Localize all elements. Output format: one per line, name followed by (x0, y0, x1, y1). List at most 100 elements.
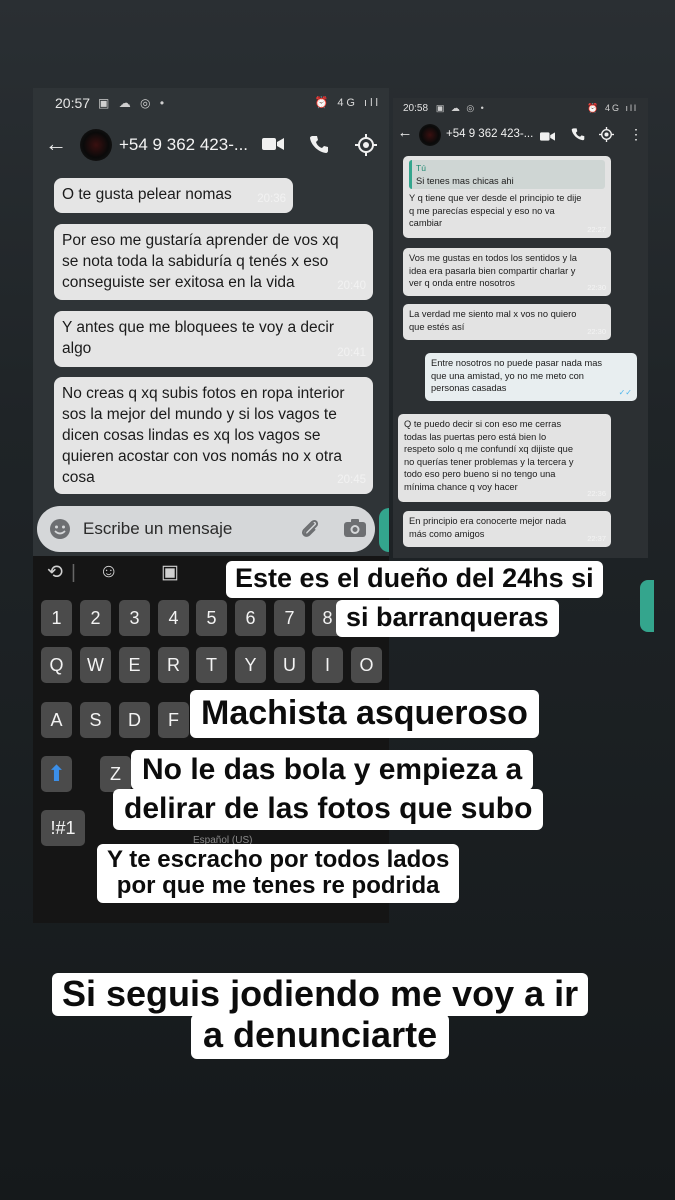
key-r[interactable]: R (158, 647, 189, 683)
key-w[interactable]: W (80, 647, 111, 683)
status-time: 20:58 (403, 103, 429, 114)
message-composer[interactable]: Escribe un mensaje (37, 506, 375, 552)
message-line: No creas q xq subis fotos en ropa interi… (62, 385, 345, 402)
key-a[interactable]: A (41, 702, 72, 738)
message-time: 20:41 (337, 347, 366, 359)
key-i[interactable]: I (312, 647, 343, 683)
location-target-icon[interactable] (599, 127, 614, 147)
caption: Si seguis jodiendo me voy a ir a denunci… (40, 965, 600, 1069)
message-bubble[interactable]: Q te puedo decir si con eso me cerras to… (398, 414, 611, 502)
message-line: Q te puedo decir si con eso me cerras (404, 419, 562, 429)
video-call-icon[interactable] (540, 129, 555, 147)
message-line: todas las puertas pero está bien lo (404, 431, 547, 442)
message-line: algo (62, 340, 92, 357)
key-u[interactable]: U (274, 647, 305, 683)
message-line: En principio era conocerte mejor nada (409, 516, 567, 526)
caption-line: si barranqueras (346, 602, 549, 632)
message-time: 22:27 (587, 224, 606, 234)
status-icons: ▣ ☁ ◎ • (435, 103, 486, 113)
key-2[interactable]: 2 (80, 600, 111, 636)
video-call-icon[interactable] (262, 136, 284, 157)
send-button-partial[interactable] (640, 580, 654, 632)
message-bubble[interactable]: La verdad me siento mal x vos no quiero … (403, 304, 611, 340)
message-line: ver q onda entre nosotros (409, 278, 515, 288)
caption-line: Machista asqueroso (201, 694, 528, 732)
key-6[interactable]: 6 (235, 600, 266, 636)
emoji-icon[interactable] (49, 518, 71, 545)
key-t[interactable]: T (196, 647, 227, 683)
caption: si barranqueras (336, 600, 559, 638)
message-bubble[interactable]: En principio era conocerte mejor nada má… (403, 511, 611, 547)
caption-line: delirar de las fotos que subo (124, 792, 533, 825)
send-button[interactable] (379, 508, 389, 552)
caption: Y te escracho por todos lados por que me… (97, 844, 460, 903)
contact-name[interactable]: +54 9 362 423-... (119, 135, 248, 155)
caption: No le das bola y empieza a (131, 750, 534, 791)
message-line: más como amigos (409, 528, 485, 539)
message-line: personas casadas (431, 383, 507, 393)
key-y[interactable]: Y (235, 647, 266, 683)
shift-key[interactable]: ⬆ (41, 756, 72, 792)
clipboard-sync-icon[interactable]: ⟲ (47, 561, 63, 584)
message-line: cambiar (409, 218, 443, 228)
phone-call-icon[interactable] (309, 134, 329, 159)
message-input[interactable]: Escribe un mensaje (83, 519, 232, 539)
key-d[interactable]: D (119, 702, 150, 738)
key-1[interactable]: 1 (41, 600, 72, 636)
status-icons: ▣ ☁ ◎ • (98, 96, 168, 110)
key-5[interactable]: 5 (196, 600, 227, 636)
emoji-keyboard-icon[interactable]: ☺ (99, 561, 118, 583)
key-7[interactable]: 7 (274, 600, 305, 636)
key-4[interactable]: 4 (158, 600, 189, 636)
camera-icon[interactable] (343, 517, 367, 544)
back-arrow-icon[interactable]: ← (395, 124, 415, 141)
message-bubble[interactable]: No creas q xq subis fotos en ropa interi… (54, 377, 373, 494)
symbols-key[interactable]: !#1 (41, 810, 85, 846)
key-z[interactable]: Z (100, 756, 131, 792)
message-bubble-outgoing[interactable]: Entre nosotros no puede pasar nada mas q… (425, 353, 637, 401)
message-bubble[interactable]: O te gusta pelear nomas 20:36 (54, 178, 293, 213)
message-time: 22:30 (587, 282, 606, 292)
caption-line: por que me tenes re podrida (116, 871, 440, 899)
attach-clip-icon[interactable] (299, 517, 321, 546)
quote-text: Si tenes mas chicas ahi (416, 175, 514, 186)
caption-line: Y te escracho por todos lados (107, 846, 450, 873)
message-line: conseguiste ser exitosa en la vida (62, 274, 295, 291)
chat-header: ← +54 9 362 423-... (33, 123, 389, 167)
message-line: se nota toda la sabiduría q tenés x eso (62, 253, 329, 270)
key-s[interactable]: S (80, 702, 111, 738)
key-3[interactable]: 3 (119, 600, 150, 636)
key-q[interactable]: Q (41, 647, 72, 683)
message-time: 22:37 (587, 533, 606, 543)
status-bar: 20:57 ▣ ☁ ◎ • ⏰ 4G ıll (33, 88, 389, 118)
sticker-icon[interactable]: ▣ (161, 561, 179, 584)
caption-line: Este es el dueño del 24hs si (235, 563, 594, 593)
message-bubble[interactable]: Por eso me gustaría aprender de vos xq s… (54, 224, 373, 300)
message-line: quieren acostar con vos nomás no x otra (62, 448, 343, 465)
contact-name[interactable]: +54 9 362 423-... (446, 128, 533, 140)
more-options-icon[interactable]: ⋮ (629, 126, 643, 143)
message-time: 22:36 (587, 488, 606, 498)
message-line: O te gusta pelear nomas (62, 186, 232, 203)
signal-icons: ⏰ 4G ıll (314, 97, 381, 109)
key-f[interactable]: F (158, 702, 189, 738)
quoted-message[interactable]: Tú Si tenes mas chicas ahi (409, 160, 605, 189)
location-target-icon[interactable] (355, 134, 377, 161)
message-bubble[interactable]: Y antes que me bloquees te voy a decir a… (54, 311, 373, 367)
key-o[interactable]: O (351, 647, 382, 683)
divider-icon: | (71, 562, 76, 583)
back-arrow-icon[interactable]: ← (43, 131, 69, 157)
message-line: que una amistad, yo no me meto con (431, 370, 584, 381)
message-bubble[interactable]: Vos me gustas en todos los sentidos y la… (403, 248, 611, 296)
key-e[interactable]: E (119, 647, 150, 683)
message-line: sos la mejor del mundo y si los vagos te (62, 406, 337, 423)
contact-avatar[interactable] (80, 129, 112, 161)
contact-avatar[interactable] (419, 124, 441, 146)
caption-line: Si seguis jodiendo me voy a ir (52, 973, 589, 1016)
phone-call-icon[interactable] (571, 127, 585, 146)
message-line: mínima chance q voy hacer (404, 481, 518, 492)
message-line: cosa (62, 469, 95, 486)
message-line: que estés así (409, 321, 465, 332)
message-bubble[interactable]: Tú Si tenes mas chicas ahi Y q tiene que… (403, 156, 611, 238)
message-time: 20:36 (257, 193, 286, 205)
